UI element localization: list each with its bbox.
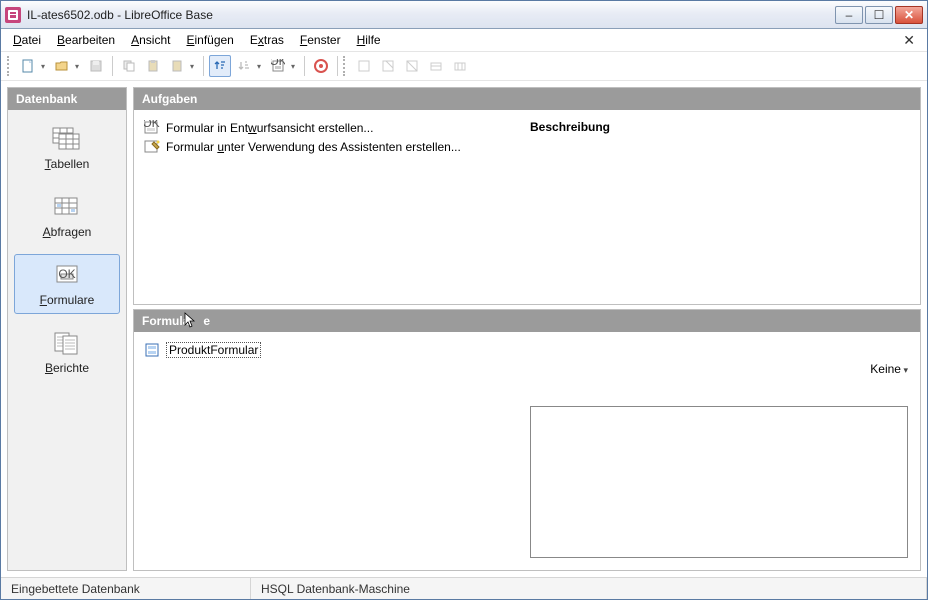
menu-file[interactable]: Datei <box>7 31 47 49</box>
toolbar-handle[interactable] <box>7 56 11 76</box>
maximize-button[interactable]: ☐ <box>865 6 893 24</box>
sidebar-item-queries[interactable]: Abfragen <box>14 186 120 246</box>
menu-tools[interactable]: Extras <box>244 31 290 49</box>
open-doc-button[interactable] <box>51 55 83 77</box>
task-label: Formular in Entwurfsansicht erstellen... <box>166 121 373 135</box>
main-area: Datenbank Tabellen Abfragen OK Formulare… <box>1 81 927 577</box>
sidebar: Datenbank Tabellen Abfragen OK Formulare… <box>7 87 127 571</box>
svg-text:OK: OK <box>58 267 75 281</box>
content-area: Aufgaben OK Formular in Entwurfsansicht … <box>133 87 921 571</box>
menu-window[interactable]: Fenster <box>294 31 347 49</box>
titlebar: IL-ates6502.odb - LibreOffice Base – ☐ ✕ <box>1 1 927 29</box>
sidebar-item-forms[interactable]: OK Formulare <box>14 254 120 314</box>
tbx-3-button[interactable] <box>401 55 423 77</box>
sidebar-label: Tabellen <box>45 157 90 171</box>
menu-insert[interactable]: Einfügen <box>180 31 239 49</box>
query-icon <box>51 193 83 221</box>
form-item-icon <box>144 342 160 358</box>
task-list: OK Formular in Entwurfsansicht erstellen… <box>144 120 530 294</box>
tasks-header: Aufgaben <box>134 88 920 110</box>
task-create-wizard[interactable]: Formular unter Verwendung des Assistente… <box>144 139 530 155</box>
window-buttons: – ☐ ✕ <box>835 6 923 24</box>
form-wizard-icon <box>144 139 160 155</box>
sidebar-header: Datenbank <box>8 88 126 110</box>
sidebar-label: Formulare <box>40 293 95 307</box>
form-item-label: ProduktFormular <box>166 342 261 358</box>
tasks-body: OK Formular in Entwurfsansicht erstellen… <box>134 110 920 304</box>
minimize-button[interactable]: – <box>835 6 863 24</box>
menu-help[interactable]: Hilfe <box>351 31 387 49</box>
menu-view[interactable]: Ansicht <box>125 31 176 49</box>
sort-asc-button[interactable] <box>209 55 231 77</box>
task-create-design[interactable]: OK Formular in Entwurfsansicht erstellen… <box>144 120 530 136</box>
form-button[interactable]: OK <box>267 55 299 77</box>
forms-body: ProduktFormular Keine <box>134 332 920 570</box>
app-icon <box>5 7 21 23</box>
svg-text:OK: OK <box>271 59 285 68</box>
window-title: IL-ates6502.odb - LibreOffice Base <box>27 8 835 22</box>
sidebar-item-tables[interactable]: Tabellen <box>14 118 120 178</box>
help-button[interactable] <box>310 55 332 77</box>
toolbar: OK <box>1 51 927 81</box>
sidebar-item-reports[interactable]: Berichte <box>14 322 120 382</box>
task-label: Formular unter Verwendung des Assistente… <box>166 140 461 154</box>
table-icon <box>51 125 83 153</box>
sidebar-label: Berichte <box>45 361 89 375</box>
toolbar-handle[interactable] <box>343 56 347 76</box>
sort-desc-button[interactable] <box>233 55 265 77</box>
status-embedded: Eingebettete Datenbank <box>1 578 251 599</box>
sidebar-items: Tabellen Abfragen OK Formulare Berichte <box>8 110 126 390</box>
form-item-produktformular[interactable]: ProduktFormular <box>144 342 910 358</box>
copy-button[interactable] <box>118 55 140 77</box>
close-button[interactable]: ✕ <box>895 6 923 24</box>
tbx-2-button[interactable] <box>377 55 399 77</box>
tasks-pane: Aufgaben OK Formular in Entwurfsansicht … <box>133 87 921 305</box>
menu-edit[interactable]: Bearbeiten <box>51 31 121 49</box>
status-engine: HSQL Datenbank-Maschine <box>251 578 927 599</box>
toolbar-sep <box>337 56 338 76</box>
description-column: Beschreibung <box>530 120 910 294</box>
tbx-4-button[interactable] <box>425 55 447 77</box>
tbx-1-button[interactable] <box>353 55 375 77</box>
toolbar-sep <box>203 56 204 76</box>
paste-button[interactable] <box>142 55 164 77</box>
menubar: Datei Bearbeiten Ansicht Einfügen Extras… <box>1 29 927 51</box>
toolbar-sep <box>112 56 113 76</box>
sidebar-label: Abfragen <box>43 225 92 239</box>
new-doc-button[interactable] <box>17 55 49 77</box>
form-icon: OK <box>51 261 83 289</box>
report-icon <box>51 329 83 357</box>
save-doc-button[interactable] <box>85 55 107 77</box>
view-mode-dropdown[interactable]: Keine <box>870 362 908 376</box>
statusbar: Eingebettete Datenbank HSQL Datenbank-Ma… <box>1 577 927 599</box>
preview-box <box>530 406 908 558</box>
doc-close-button[interactable]: ✕ <box>897 32 921 49</box>
toolbar-sep <box>304 56 305 76</box>
form-design-icon: OK <box>144 120 160 136</box>
paste-special-button[interactable] <box>166 55 198 77</box>
forms-pane: Formula e ProduktFormular Keine <box>133 309 921 571</box>
forms-header: Formula e <box>134 310 920 332</box>
description-title: Beschreibung <box>530 120 910 134</box>
tbx-5-button[interactable] <box>449 55 471 77</box>
svg-text:OK: OK <box>144 120 160 130</box>
